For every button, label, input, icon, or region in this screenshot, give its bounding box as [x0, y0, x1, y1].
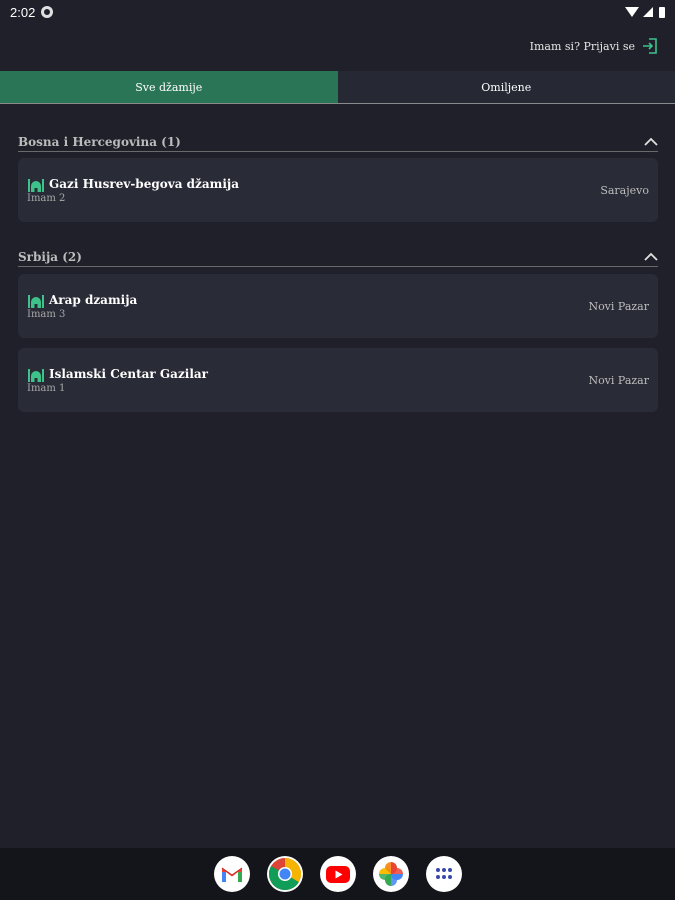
tab-favorites[interactable]: Omiljene: [337, 71, 675, 103]
mosque-city: Sarajevo: [600, 183, 649, 197]
imam-label: Imam 1: [27, 383, 66, 394]
chevron-up-icon[interactable]: [644, 252, 658, 262]
mosque-icon: [28, 179, 44, 192]
youtube-icon[interactable]: [319, 856, 356, 892]
mosque-city: Novi Pazar: [588, 299, 649, 313]
login-button[interactable]: Imam si? Prijavi se: [530, 34, 659, 58]
app-dock: [0, 848, 675, 900]
tab-all-mosques[interactable]: Sve džamije: [0, 71, 338, 103]
mosque-name: Arap dzamija: [49, 293, 138, 307]
section-title: Bosna i Hercegovina (1): [18, 134, 181, 149]
signal-icon: [643, 7, 653, 17]
wifi-icon: [625, 7, 639, 17]
chrome-icon[interactable]: [266, 856, 303, 892]
battery-icon: [659, 6, 665, 18]
mosque-name: Gazi Husrev-begova džamija: [49, 177, 240, 191]
mosque-card[interactable]: Arap dzamija Imam 3 Novi Pazar: [18, 274, 658, 338]
chevron-up-icon[interactable]: [644, 137, 658, 147]
mosque-card[interactable]: Islamski Centar Gazilar Imam 1 Novi Paza…: [18, 348, 658, 412]
gmail-icon[interactable]: [213, 856, 250, 892]
mosque-card[interactable]: Gazi Husrev-begova džamija Imam 2 Saraje…: [18, 158, 658, 222]
mosque-name: Islamski Centar Gazilar: [49, 367, 208, 381]
section-header-bosnia[interactable]: Bosna i Hercegovina (1): [18, 132, 658, 152]
imam-label: Imam 3: [27, 309, 66, 320]
section-header-serbia[interactable]: Srbija (2): [18, 247, 658, 267]
mosque-city: Novi Pazar: [588, 373, 649, 387]
status-bar: 2:02: [0, 0, 675, 24]
mosque-icon: [28, 369, 44, 382]
settings-status-icon: [41, 6, 54, 18]
app-drawer-icon[interactable]: [425, 856, 462, 892]
imam-label: Imam 2: [27, 193, 66, 204]
login-icon: [643, 38, 657, 54]
status-time: 2:02: [10, 4, 36, 20]
mosque-icon: [28, 295, 44, 308]
section-title: Srbija (2): [18, 249, 82, 264]
login-label: Imam si? Prijavi se: [529, 39, 635, 53]
photos-icon[interactable]: [372, 856, 409, 892]
tab-bar: Sve džamije Omiljene: [0, 71, 675, 104]
status-indicators: [625, 6, 665, 18]
